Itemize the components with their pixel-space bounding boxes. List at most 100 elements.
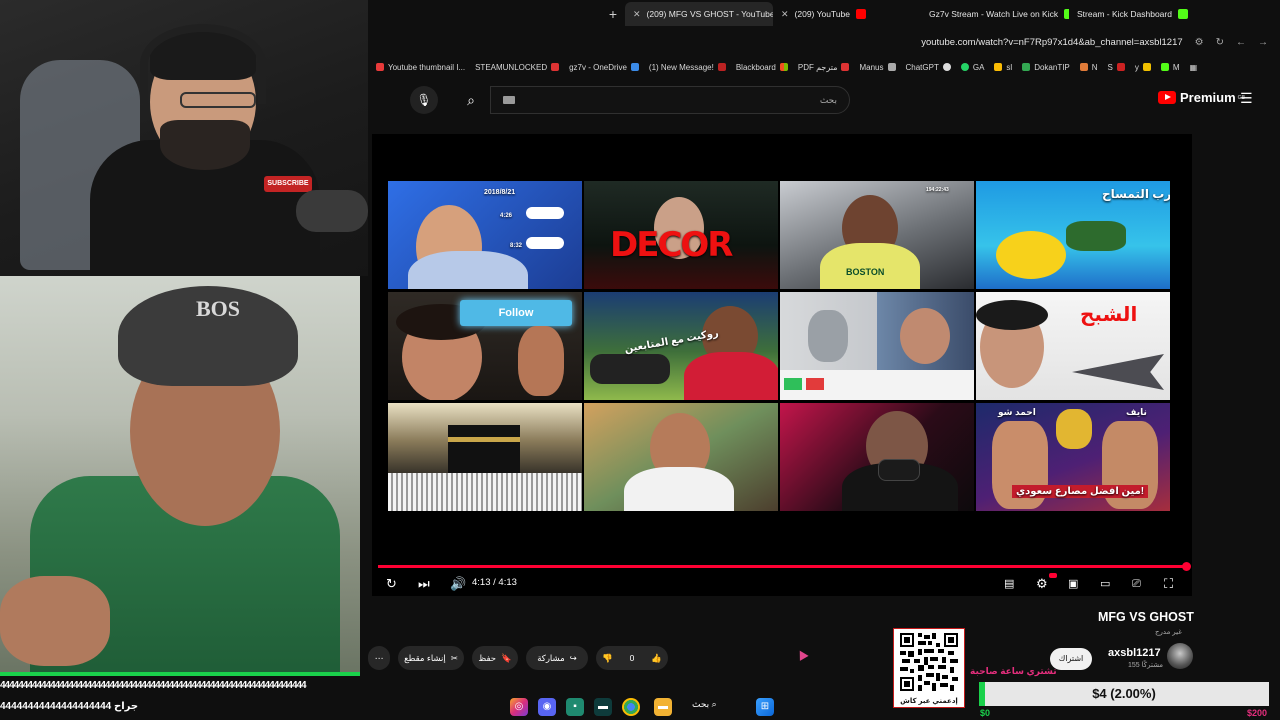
thumb-12[interactable]: احمد شو نايف مين افضل مصارع سعودي!	[976, 403, 1170, 511]
cast-icon[interactable]: ⎚	[1132, 574, 1141, 594]
more-actions-button[interactable]: ⋯	[368, 646, 390, 670]
tab-mfg-vs-ghost[interactable]: ✕ (209) MFG VS GHOST - YouTube	[625, 2, 773, 26]
player-controls: ↻ ⏭ 🔊 4:13 / 4:13 ▤ ⚙ ▣ ▭ ⎚ ⛶	[372, 572, 1192, 596]
thumb-label: 8:32	[510, 243, 523, 249]
thumb-6[interactable]: روكيت مع المتابعين	[584, 292, 778, 400]
theater-mode-icon[interactable]: ▭	[1100, 574, 1110, 594]
bookmark-label: (1) New Message!	[648, 62, 714, 72]
subscriber-count: 155 مشتركًا	[1128, 662, 1164, 669]
file-explorer-icon[interactable]: ▬	[654, 698, 672, 716]
bookmark-label: STEAMUNLOCKED	[475, 62, 548, 72]
dislike-icon[interactable]: 👎	[602, 653, 613, 664]
bookmark[interactable]: S	[1108, 63, 1125, 72]
youtube-premium-logo[interactable]: Premium GB	[1158, 90, 1245, 105]
save-button[interactable]: حفظ 🔖	[472, 646, 518, 670]
bookmark[interactable]: ChatGPT	[906, 63, 951, 72]
thumb-label: 194:22:43	[926, 187, 949, 193]
address-bar[interactable]: youtube.com/watch?v=nF7Rp97x1d4&ab_chann…	[368, 28, 1280, 56]
thumb-label: نايف	[1126, 407, 1147, 417]
reload-icon[interactable]: ↻	[1216, 37, 1224, 48]
instagram-icon[interactable]: ◎	[510, 698, 528, 716]
thumb-7[interactable]	[780, 292, 974, 400]
kaaba-band	[448, 437, 520, 442]
tab-youtube[interactable]: ✕ (209) YouTube	[773, 2, 921, 26]
thumb-1[interactable]: 2018/8/21 4:26 8:32	[388, 181, 582, 289]
channel-name[interactable]: axsbl1217	[1108, 647, 1161, 659]
bookmark[interactable]: N	[1079, 63, 1098, 72]
thumb-8[interactable]: الشبح	[976, 292, 1170, 400]
new-tab-button[interactable]: +	[601, 6, 625, 22]
miniplayer-icon[interactable]: ▣	[1068, 574, 1078, 594]
forward-arrow-icon[interactable]: →	[1258, 37, 1268, 48]
bookmark-icon	[1079, 63, 1088, 71]
discord-icon[interactable]: ◉	[538, 698, 556, 716]
close-tab-icon[interactable]: ✕	[633, 9, 641, 20]
bookmark-label: PDF مترجم	[797, 62, 838, 72]
bookmarks-bar: Youtube thumbnail I... STEAMUNLOCKED gz7…	[368, 56, 1280, 78]
like-icon[interactable]: 👍	[651, 653, 662, 664]
share-button[interactable]: مشاركة ↪	[526, 646, 588, 670]
search-icon[interactable]: ⌕	[454, 86, 488, 114]
search-input[interactable]: بحث	[490, 86, 850, 114]
thumb-4[interactable]: قارب التمساح	[976, 181, 1170, 289]
channel-avatar[interactable]	[1167, 643, 1193, 669]
face	[900, 308, 950, 364]
tab-kick-dashboard[interactable]: Stream - Kick Dashboard	[1069, 2, 1217, 26]
bookmark[interactable]: GA	[960, 63, 984, 72]
thumb-label: DECOR	[610, 225, 733, 265]
chat-ticker: 4444444444444444444444444444444444444444…	[0, 680, 307, 691]
bookmark-label: y	[1134, 62, 1139, 72]
thumb-10[interactable]	[584, 403, 778, 511]
bookmark-icon	[717, 63, 726, 71]
windows-start-icon[interactable]: ⊞	[756, 698, 774, 716]
site-settings-icon[interactable]: ⚙	[1195, 37, 1204, 48]
bookmark[interactable]: gz7v - OneDrive	[569, 63, 639, 72]
follow-label: Follow	[460, 300, 572, 326]
thumb-label: 2018/8/21	[484, 189, 516, 196]
settings-gear-icon[interactable]: ⚙	[1036, 574, 1048, 594]
progress-scrubber[interactable]	[1182, 562, 1191, 571]
donation-qr-code: إدعمني عبر كاش	[893, 628, 965, 708]
subtitles-icon[interactable]: ▤	[1004, 574, 1014, 594]
back-arrow-icon[interactable]: ←	[1236, 37, 1246, 48]
bookmark[interactable]: PDF مترجم	[798, 63, 850, 72]
progress-bar[interactable]	[378, 565, 1186, 568]
close-tab-icon[interactable]: ✕	[781, 9, 789, 20]
clip-button[interactable]: إنشاء مقطع ✂	[398, 646, 464, 670]
tshirt	[624, 467, 734, 511]
video-player[interactable]: 2018/8/21 4:26 8:32 DECOR BOSTON 194:22:…	[372, 134, 1192, 596]
bookmarks-overflow-icon[interactable]: ▦	[1190, 63, 1198, 72]
hamburger-menu-icon[interactable]: ☰	[1240, 90, 1253, 107]
replay-icon[interactable]: ↻	[386, 574, 397, 594]
url-text[interactable]: youtube.com/watch?v=nF7Rp97x1d4&ab_chann…	[921, 37, 1182, 48]
voice-search-icon[interactable]: 🎙	[410, 86, 438, 114]
hand	[518, 326, 564, 396]
volume-icon[interactable]: 🔊	[450, 574, 466, 594]
chrome-icon[interactable]	[622, 698, 640, 716]
thumb-3[interactable]: BOSTON 194:22:43	[780, 181, 974, 289]
thumb-11[interactable]	[780, 403, 974, 511]
qr-code-icon	[900, 633, 958, 691]
bookmark[interactable]: DokanTIP	[1022, 63, 1070, 72]
app-icon[interactable]: ▪	[566, 698, 584, 716]
bookmark[interactable]: Manus	[859, 63, 896, 72]
thumb-2[interactable]: DECOR	[584, 181, 778, 289]
terminal-icon[interactable]: ▬	[594, 698, 612, 716]
bookmark[interactable]: M	[1160, 63, 1180, 72]
qr-caption: إدعمني عبر كاش	[900, 698, 958, 705]
bookmark[interactable]: (1) New Message!	[649, 63, 726, 72]
tab-kick-stream[interactable]: Gz7v Stream - Watch Live on Kick	[921, 2, 1069, 26]
fullscreen-icon[interactable]: ⛶	[1164, 574, 1173, 594]
tab-bar: + ✕ (209) MFG VS GHOST - YouTube ✕ (209)…	[368, 0, 1280, 28]
bookmark[interactable]: STEAMUNLOCKED	[475, 62, 560, 72]
bookmark[interactable]: Blackboard	[736, 63, 788, 72]
taskbar-search[interactable]: بحث ⌕	[692, 699, 717, 710]
bookmark[interactable]: y	[1135, 63, 1151, 72]
bookmark[interactable]: sl	[994, 63, 1012, 72]
thumb-label: قارب التمساح	[1102, 187, 1170, 201]
next-icon[interactable]: ⏭	[418, 574, 430, 594]
bookmark[interactable]: Youtube thumbnail I...	[376, 63, 465, 72]
keyboard-icon[interactable]	[503, 96, 515, 104]
thumb-5[interactable]: Follow	[388, 292, 582, 400]
thumb-9[interactable]	[388, 403, 582, 511]
